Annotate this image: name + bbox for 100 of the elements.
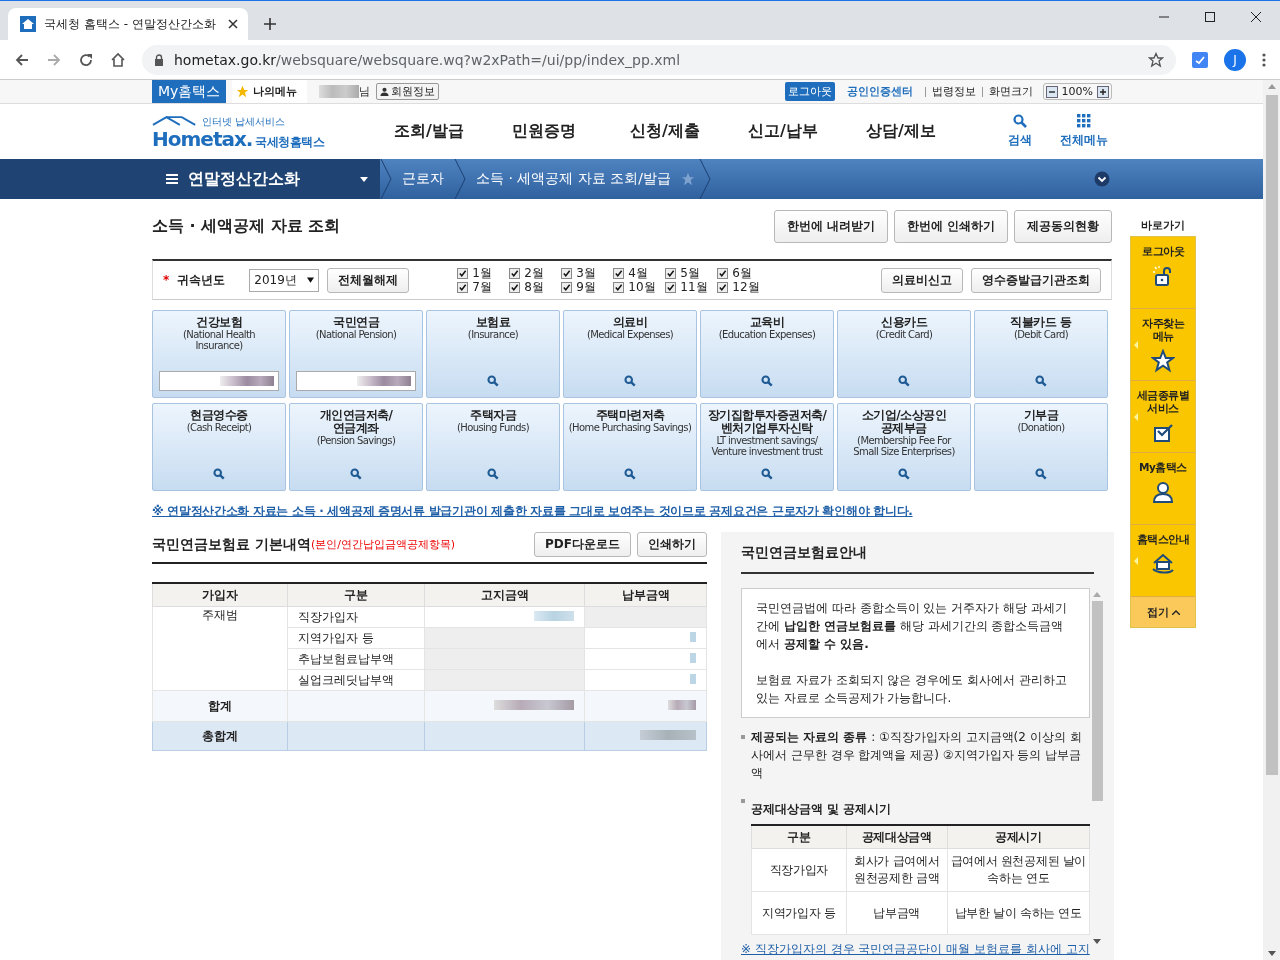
my-hometax-link[interactable]: My홈택스: [152, 80, 227, 103]
checkbox[interactable]: [613, 267, 625, 279]
search-button[interactable]: 검색: [992, 114, 1048, 149]
close-icon[interactable]: [1250, 11, 1262, 23]
scroll-down-icon[interactable]: [1267, 951, 1276, 956]
checkbox[interactable]: [665, 281, 677, 293]
month-option[interactable]: 8월: [509, 280, 562, 294]
month-option[interactable]: 3월: [561, 266, 614, 280]
checkbox[interactable]: [457, 281, 469, 293]
month-option[interactable]: 1월: [457, 266, 510, 280]
address-field[interactable]: hometax.go.kr/websquare/websquare.wq?w2xPath=/ui/pp/index_pp.xml: [142, 44, 1176, 75]
action-button[interactable]: 인쇄하기: [637, 532, 707, 557]
nav-menu-item[interactable]: 신청/제출: [630, 121, 748, 142]
quick-menu-item[interactable]: 자주찾는 메뉴: [1131, 309, 1195, 381]
checkbox[interactable]: [561, 281, 573, 293]
logout-button[interactable]: 로그아웃: [784, 82, 835, 101]
month-option[interactable]: 12월: [717, 280, 770, 294]
close-icon[interactable]: [228, 19, 238, 29]
breadcrumb-link[interactable]: 소득 · 세액공제 자료 조회/발급: [466, 170, 681, 188]
month-option[interactable]: 11월: [665, 280, 718, 294]
action-button[interactable]: PDF다운로드: [534, 532, 631, 557]
page-title: 소득 · 세액공제 자료 조회: [152, 215, 342, 237]
month-option[interactable]: 5월: [665, 266, 718, 280]
expand-icon[interactable]: [1094, 171, 1110, 187]
action-button[interactable]: 영수증발급기관조회: [971, 267, 1101, 293]
profile-avatar[interactable]: J: [1224, 48, 1246, 71]
collapse-button[interactable]: 접기: [1131, 597, 1195, 627]
back-icon[interactable]: [14, 51, 30, 68]
all-menu-button[interactable]: 전체메뉴: [1056, 114, 1112, 149]
nav-menu-item[interactable]: 조회/발급: [394, 121, 512, 142]
quick-menu-item[interactable]: My홈택스: [1131, 453, 1195, 525]
quick-menu-item[interactable]: 홈택스안내: [1131, 525, 1195, 597]
category-tile[interactable]: 주택마련저축 (Home Purchasing Savings): [563, 403, 697, 491]
clear-months-button[interactable]: 전체월해제: [327, 267, 410, 293]
category-tile[interactable]: 교육비 (Education Expenses): [700, 310, 834, 398]
footnote-link[interactable]: ※ 직장가입자의 경우 국민연금공단이 매월 보험료를 회사에 고지: [741, 941, 1090, 958]
checkbox[interactable]: [717, 267, 729, 279]
quick-menu-item[interactable]: 세금종류별 서비스: [1131, 381, 1195, 453]
action-button[interactable]: 한번에 인쇄하기: [893, 209, 1008, 243]
scroll-down-icon[interactable]: [1093, 939, 1102, 944]
category-tile[interactable]: 소기업/소상공인 공제부금 (Membership Fee For Small Size Enterprises): [837, 403, 971, 491]
category-tile[interactable]: 보험료 (Insurance): [426, 310, 560, 398]
quick-menu-item[interactable]: 로그아웃: [1131, 237, 1195, 309]
checkbox[interactable]: [717, 281, 729, 293]
category-tile[interactable]: 현금영수증 (Cash Receipt): [152, 403, 286, 491]
category-tile[interactable]: 국민연금 (National Pension): [289, 310, 423, 398]
tile-subtitle: (Housing Funds): [456, 422, 530, 433]
zoom-out-icon[interactable]: [1045, 85, 1058, 98]
scrollbar[interactable]: [1263, 80, 1280, 960]
home-icon[interactable]: [110, 51, 126, 68]
nav-menu-item[interactable]: 신고/납부: [748, 121, 866, 142]
category-tile[interactable]: 직불카드 등 (Debit Card): [974, 310, 1108, 398]
scrollbar-thumb[interactable]: [1265, 95, 1278, 775]
month-option[interactable]: 2월: [509, 266, 562, 280]
checkbox[interactable]: [509, 267, 521, 279]
category-tile[interactable]: 건강보험 (National Health Insurance): [152, 310, 286, 398]
house-in-hand-icon: [1151, 552, 1175, 576]
cert-center-link[interactable]: 공인인증센터: [846, 84, 913, 99]
month-option[interactable]: 10월: [613, 280, 666, 294]
browser-tab[interactable]: 국세청 홈택스 - 연말정산간소화: [8, 8, 248, 40]
category-tile[interactable]: 주택자금 (Housing Funds): [426, 403, 560, 491]
checkbox[interactable]: [561, 267, 573, 279]
logo-name[interactable]: 국세청홈택스: [255, 133, 325, 151]
my-menu-link[interactable]: 나의메뉴: [232, 80, 308, 103]
category-tile[interactable]: 신용카드 (Credit Card): [837, 310, 971, 398]
checkbox[interactable]: [457, 267, 469, 279]
action-button[interactable]: 한번에 내려받기: [773, 209, 888, 243]
bookmark-star-icon[interactable]: [1148, 51, 1164, 68]
category-tile[interactable]: 의료비 (Medical Expenses): [563, 310, 697, 398]
breadcrumb-link[interactable]: 근로자: [392, 170, 454, 188]
favorite-star-icon[interactable]: [680, 172, 695, 186]
category-tile[interactable]: 장기집합투자증권저축/ 벤처기업투자신탁 LT investment savings/ Venture investment trust: [700, 403, 834, 491]
notice-link[interactable]: ※ 연말정산간소화 자료는 소득 · 세액공제 증명서류 발급기관이 제출한 자료를 그대로 보여주는 것이므로 공제요건은 근로자가 확인해야 합니다.: [152, 503, 1112, 520]
nav-menu-item[interactable]: 상담/제보: [866, 121, 984, 142]
reload-icon[interactable]: [78, 51, 94, 68]
month-option[interactable]: 6월: [717, 266, 770, 280]
action-button[interactable]: 의료비신고: [881, 267, 963, 293]
extension-icon[interactable]: [1192, 51, 1208, 68]
tile-title: 직불카드 등: [1010, 316, 1072, 329]
action-button[interactable]: 제공동의현황: [1014, 209, 1112, 243]
month-option[interactable]: 4월: [613, 266, 666, 280]
month-option[interactable]: 7월: [457, 280, 510, 294]
checkbox[interactable]: [613, 281, 625, 293]
month-option[interactable]: 9월: [561, 280, 614, 294]
law-info-link[interactable]: 법령정보: [931, 84, 976, 99]
member-info-button[interactable]: 회원정보: [376, 83, 440, 100]
new-tab-icon[interactable]: [264, 18, 276, 30]
category-tile[interactable]: 개인연금저축/ 연금계좌 (Pension Savings): [289, 403, 423, 491]
checkbox[interactable]: [509, 281, 521, 293]
nav-menu-item[interactable]: 민원증명: [512, 121, 630, 142]
logo-wordmark[interactable]: Hometax.: [152, 126, 253, 151]
search-icon: [624, 468, 636, 480]
search-icon: [761, 375, 773, 387]
category-tile[interactable]: 기부금 (Donation): [974, 403, 1108, 491]
year-select[interactable]: 2019년: [249, 268, 320, 292]
menu-icon[interactable]: [1262, 51, 1266, 68]
checkbox[interactable]: [665, 267, 677, 279]
maximize-icon[interactable]: [1204, 11, 1216, 23]
scrollbar-thumb[interactable]: [1091, 601, 1103, 801]
zoom-in-icon[interactable]: [1097, 85, 1109, 98]
